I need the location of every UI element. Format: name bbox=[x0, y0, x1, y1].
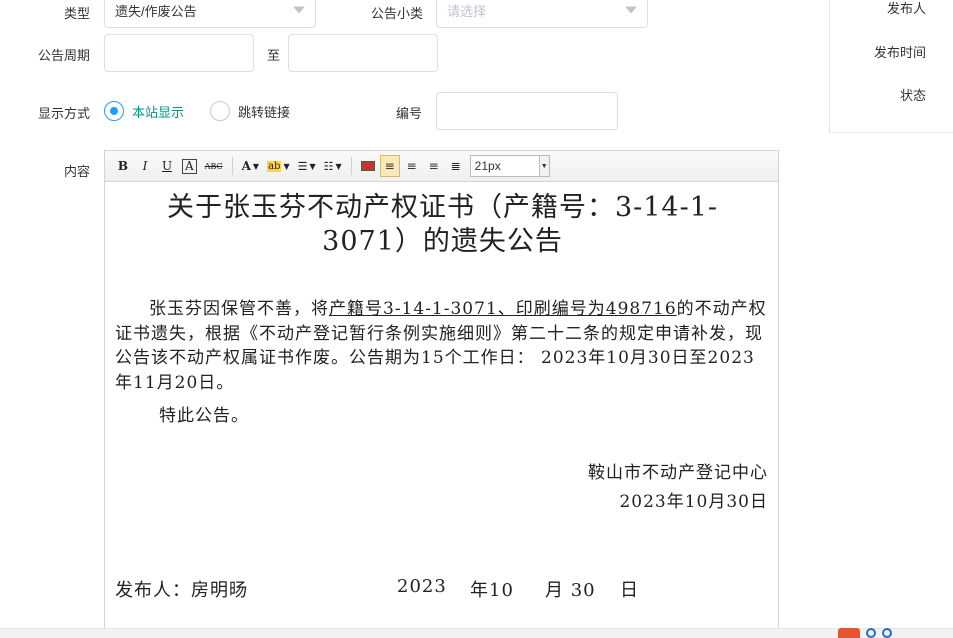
ordered-list-button[interactable]: ☰ ▼ bbox=[295, 155, 319, 177]
type-select-value: 遗失/作废公告 bbox=[115, 3, 197, 19]
tray-icons bbox=[838, 628, 892, 638]
editor-toolbar: B I U A ABC A ▼ ab ▼ ☰ ▼ ☷ ▼ ≡ ≡ ≡ ≣ 21px ▼ bbox=[105, 151, 778, 182]
chevron-down-icon: ▼ bbox=[309, 161, 316, 171]
content-label: 内容 bbox=[63, 164, 90, 179]
period-start-input[interactable] bbox=[104, 34, 254, 72]
issuer-name: 鞍山市不动产登记中心 bbox=[588, 463, 768, 483]
body-text-underlined: 产籍号3-14-1-3071、印刷编号为498716 bbox=[329, 299, 677, 319]
font-size-select[interactable]: 21px ▼ bbox=[469, 155, 550, 177]
period-end-input[interactable] bbox=[288, 34, 438, 72]
unordered-list-icon: ☷ bbox=[323, 159, 334, 173]
chevron-down-icon: ▼ bbox=[335, 161, 342, 171]
radio-local-display-label: 本站显示 bbox=[132, 104, 185, 120]
type-label: 类型 bbox=[63, 6, 90, 21]
highlighter-icon: ab bbox=[267, 160, 282, 172]
signature-year-unit: 年10 bbox=[470, 580, 514, 601]
chevron-down-icon: ▼ bbox=[538, 156, 549, 176]
ordered-list-icon: ☰ bbox=[297, 159, 308, 173]
number-label: 编号 bbox=[395, 106, 422, 121]
bold-icon: B bbox=[117, 159, 129, 173]
align-justify-button[interactable]: ≣ bbox=[446, 155, 466, 177]
signature-name-char: 旸 bbox=[229, 580, 248, 601]
align-justify-icon: ≣ bbox=[450, 159, 461, 173]
underline-button[interactable]: U bbox=[157, 155, 177, 177]
align-center-button[interactable]: ≡ bbox=[402, 155, 422, 177]
publish-time-label: 发布时间 bbox=[873, 45, 926, 60]
italic-icon: I bbox=[142, 159, 148, 173]
align-left-button[interactable]: ≡ bbox=[379, 155, 400, 177]
signature-year: 2023 bbox=[397, 576, 447, 597]
font-size-value: 21px bbox=[474, 159, 501, 173]
insert-image-button[interactable] bbox=[358, 155, 378, 177]
closing-text: 特此公告。 bbox=[159, 406, 249, 426]
document-title-line2: 3071）的遗失公告 bbox=[322, 226, 563, 257]
body-text-pre: 张玉芬因保管不善，将 bbox=[149, 299, 329, 319]
display-mode-label: 显示方式 bbox=[37, 106, 90, 121]
rich-text-editor[interactable]: B I U A ABC A ▼ ab ▼ ☰ ▼ ☷ ▼ ≡ ≡ ≡ ≣ 21px ▼ … bbox=[104, 150, 779, 638]
publisher-label: 发布人 bbox=[886, 1, 926, 16]
bold-button[interactable]: B bbox=[113, 155, 133, 177]
radio-redirect-link-label: 跳转链接 bbox=[238, 104, 291, 120]
align-left-icon: ≡ bbox=[384, 159, 395, 173]
radio-local-display[interactable]: 本站显示 bbox=[104, 101, 184, 121]
strikethrough-icon: ABC bbox=[204, 161, 223, 171]
document-title: 关于张玉芬不动产权证书（产籍号：3-14-1- 3071）的遗失公告 bbox=[105, 191, 780, 259]
signature-month-unit: 月 30 bbox=[545, 580, 596, 601]
highlight-button[interactable]: ab ▼ bbox=[264, 155, 293, 177]
toolbar-divider bbox=[350, 157, 352, 175]
signature-day-unit: 日 bbox=[620, 580, 639, 601]
align-right-button[interactable]: ≡ bbox=[424, 155, 444, 177]
search-icon[interactable] bbox=[866, 628, 876, 638]
radio-dot-icon bbox=[104, 101, 124, 121]
align-center-icon: ≡ bbox=[406, 159, 417, 173]
settings-icon[interactable] bbox=[882, 628, 892, 638]
radio-redirect-link[interactable]: 跳转链接 bbox=[210, 101, 290, 121]
chevron-down-icon bbox=[293, 6, 305, 14]
period-to-label: 至 bbox=[266, 48, 280, 63]
chevron-down-icon: ▼ bbox=[283, 161, 290, 171]
signature-label: 发布人：房明旸 bbox=[115, 576, 248, 602]
toolbar-divider bbox=[231, 157, 233, 175]
chevron-down-icon bbox=[625, 6, 637, 14]
bottom-strip bbox=[0, 628, 953, 638]
subtype-select[interactable]: 请选择 bbox=[436, 0, 648, 28]
font-color-button[interactable]: A ▼ bbox=[239, 155, 262, 177]
issue-date: 2023年10月30日 bbox=[619, 492, 768, 512]
chevron-down-icon: ▼ bbox=[252, 161, 260, 171]
type-select[interactable]: 遗失/作废公告 bbox=[104, 0, 316, 28]
unordered-list-button[interactable]: ☷ ▼ bbox=[321, 155, 345, 177]
number-input[interactable] bbox=[436, 92, 618, 130]
period-label: 公告周期 bbox=[37, 48, 90, 63]
status-label: 状态 bbox=[899, 88, 926, 103]
font-frame-icon: A bbox=[182, 158, 197, 174]
subtype-label: 公告小类 bbox=[370, 6, 423, 21]
document-title-line1: 关于张玉芬不动产权证书（产籍号：3-14-1- bbox=[166, 192, 719, 223]
document-body: 张玉芬因保管不善，将产籍号3-14-1-3071、印刷编号为498716的不动产… bbox=[115, 297, 770, 395]
image-icon bbox=[360, 161, 375, 171]
subtype-select-placeholder: 请选择 bbox=[447, 3, 487, 19]
side-panel: 发布人 发布时间 状态 bbox=[829, 0, 953, 133]
input-method-icon[interactable] bbox=[838, 628, 860, 638]
strikethrough-button[interactable]: ABC bbox=[202, 155, 226, 177]
align-right-icon: ≡ bbox=[428, 159, 439, 173]
signature-label-text: 发布人：房明 bbox=[115, 580, 229, 601]
radio-dot-icon bbox=[210, 101, 230, 121]
underline-icon: U bbox=[161, 159, 173, 173]
font-color-icon: A bbox=[241, 159, 251, 173]
italic-button[interactable]: I bbox=[135, 155, 155, 177]
font-frame-button[interactable]: A bbox=[179, 155, 200, 177]
